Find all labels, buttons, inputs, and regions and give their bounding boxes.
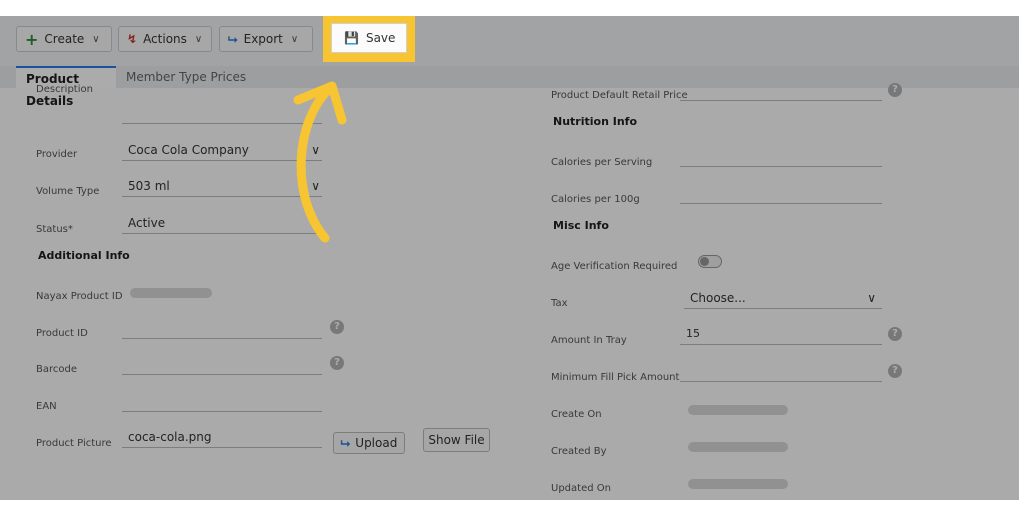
create-on-value-blurred [688,405,788,415]
save-highlight: 💾 Save [323,16,415,62]
nutrition-info-title: Nutrition Info [553,115,638,128]
create-button[interactable]: + Create ∨ [16,26,112,52]
volume-type-value: 503 ml [128,179,170,193]
chevron-down-icon: ∨ [92,33,100,45]
chevron-down-icon: ∨ [290,33,299,45]
default-retail-price-field[interactable] [680,81,882,101]
pointer-arrow-icon [293,81,347,243]
chevron-down-icon: ∨ [867,291,876,305]
upload-icon: ⮡ [228,31,238,46]
status-value: Active [128,216,166,230]
minimum-fill-pick-amount-label: Minimum Fill Pick Amount [551,372,680,383]
product-picture-value: coca-cola.png [128,430,212,444]
amount-in-tray-field[interactable]: 15 [680,325,882,345]
volume-type-label: Volume Type [36,186,100,197]
amount-in-tray-label: Amount In Tray [551,335,627,346]
misc-info-title: Misc Info [553,219,609,232]
product-edit-window: + Create ∨ ↯ Actions ∨ ⮡ Export ∨ Produc… [0,16,1019,500]
product-picture-field[interactable]: coca-cola.png [122,428,322,448]
save-button[interactable]: 💾 Save [331,23,407,53]
save-label: Save [365,31,396,45]
create-label: Create [44,32,85,46]
provider-value: Coca Cola Company [128,143,249,157]
help-icon[interactable]: ? [330,356,344,370]
ean-label: EAN [36,401,57,412]
required-mark: * [67,224,73,235]
product-id-label: Product ID [36,328,88,339]
calories-per-100g-label: Calories per 100g [551,194,640,205]
help-icon[interactable]: ? [330,320,344,334]
minimum-fill-pick-amount-field[interactable] [680,362,882,382]
created-by-label: Created By [551,446,607,457]
updated-on-value-blurred [688,479,788,489]
tax-value: Choose... [690,291,746,305]
barcode-field[interactable] [122,355,322,375]
calories-per-100g-field[interactable] [680,184,882,204]
default-retail-price-label: Product Default Retail Price [551,90,688,101]
show-file-button[interactable]: Show File [423,428,490,452]
save-icon: 💾 [344,31,359,45]
help-icon[interactable]: ? [888,83,902,97]
toolbar: + Create ∨ ↯ Actions ∨ ⮡ Export ∨ [0,16,1019,66]
upload-icon: ⮡ [340,435,351,450]
help-icon[interactable]: ? [888,364,902,378]
actions-button[interactable]: ↯ Actions ∨ [118,26,212,52]
barcode-label: Barcode [36,364,77,375]
description-label: Description [36,84,93,95]
help-icon[interactable]: ? [888,327,902,341]
upload-button[interactable]: ⮡ Upload [333,432,405,454]
upload-label: Upload [355,436,398,450]
chevron-down-icon: ∨ [194,33,203,45]
age-verification-label: Age Verification Required [551,261,678,272]
calories-per-serving-label: Calories per Serving [551,157,653,168]
export-button[interactable]: ⮡ Export ∨ [219,26,313,52]
status-label: Status* [36,224,73,235]
updated-on-label: Updated On [551,483,611,494]
actions-label: Actions [143,32,187,46]
additional-info-title: Additional Info [38,249,130,262]
created-by-value-blurred [688,442,788,452]
provider-label: Provider [36,149,78,160]
nayax-product-id-label: Nayax Product ID [36,291,123,302]
tab-member-type-prices[interactable]: Member Type Prices [116,66,256,88]
tax-select[interactable]: Choose... ∨ [684,289,882,309]
ean-field[interactable] [122,392,322,412]
calories-per-serving-field[interactable] [680,147,882,167]
status-label-text: Status [36,224,68,235]
export-label: Export [243,32,283,46]
amount-in-tray-value: 15 [686,327,700,340]
nayax-product-id-value-blurred [130,288,212,298]
product-id-field[interactable] [122,319,322,339]
lightning-icon: ↯ [127,32,138,46]
tax-label: Tax [551,298,568,309]
age-verification-toggle[interactable] [698,255,722,268]
product-picture-label: Product Picture [36,438,112,449]
plus-icon: + [25,29,39,49]
create-on-label: Create On [551,409,602,420]
